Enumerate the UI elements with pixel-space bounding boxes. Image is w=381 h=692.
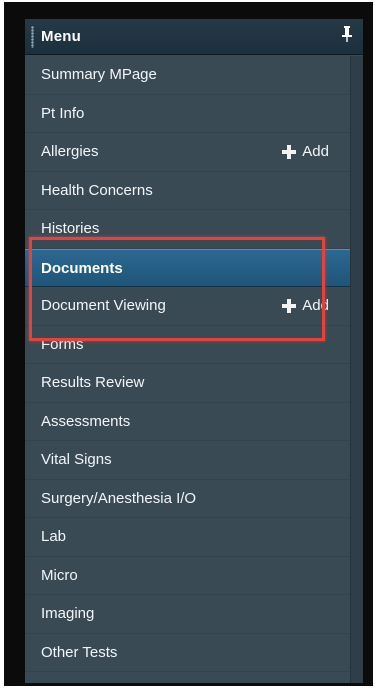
plus-icon [282, 299, 297, 314]
menu-item-label: Histories [41, 220, 100, 237]
menu-header: Menu [25, 19, 363, 55]
menu-item-document-viewing[interactable]: Document Viewing Add [25, 287, 363, 326]
menu-title: Menu [41, 28, 81, 45]
menu-item-label: Micro [41, 566, 78, 584]
menu-item-assessments[interactable]: Assessments [25, 403, 363, 441]
drag-grip-icon[interactable] [31, 26, 34, 48]
menu-item-imaging[interactable]: Imaging [25, 595, 363, 634]
menu-item-documents[interactable]: Documents [25, 248, 363, 287]
menu-item-results-review[interactable]: Results Review [25, 364, 363, 403]
screenshot-frame: Menu Summary MPage Pt Info Allergies Add [4, 2, 373, 686]
menu-item-label: Surgery/Anesthesia I/O [41, 489, 197, 507]
add-label: Add [302, 143, 329, 160]
menu-list: Summary MPage Pt Info Allergies Add Heal… [25, 56, 363, 683]
menu-item-pt-info[interactable]: Pt Info [25, 95, 363, 133]
menu-item-label: Other Tests [41, 643, 118, 661]
menu-item-label: Pt Info [41, 104, 85, 122]
menu-panel: Menu Summary MPage Pt Info Allergies Add [25, 19, 363, 683]
plus-icon [282, 145, 297, 160]
menu-item-surgery-anesthesia-io[interactable]: Surgery/Anesthesia I/O [25, 480, 363, 518]
menu-item-label: Results Review [41, 374, 145, 391]
menu-item-vital-signs[interactable]: Vital Signs [25, 441, 363, 480]
menu-item-label: Document Viewing [41, 297, 166, 314]
document-viewing-add-button[interactable]: Add [282, 287, 329, 326]
menu-item-label: Allergies [41, 143, 99, 160]
menu-item-label: Summary MPage [41, 66, 157, 83]
menu-item-label: Vital Signs [41, 451, 112, 468]
menu-item-label: Lab [41, 528, 67, 545]
menu-item-forms[interactable]: Forms [25, 326, 363, 364]
pin-icon[interactable] [341, 25, 353, 43]
menu-item-lab[interactable]: Lab [25, 518, 363, 557]
menu-item-label: Forms [41, 335, 84, 353]
menu-item-histories[interactable]: Histories [25, 210, 363, 249]
menu-item-label: Health Concerns [41, 181, 153, 199]
add-label: Add [302, 297, 329, 314]
menu-item-other-tests[interactable]: Other Tests [25, 634, 363, 672]
menu-item-allergies[interactable]: Allergies Add [25, 133, 363, 172]
menu-item-label: Imaging [41, 605, 95, 622]
menu-item-summary-mpage[interactable]: Summary MPage [25, 56, 363, 95]
menu-item-health-concerns[interactable]: Health Concerns [25, 172, 363, 210]
vertical-scrollbar[interactable] [350, 56, 363, 683]
allergies-add-button[interactable]: Add [282, 133, 329, 172]
menu-item-label: Documents [41, 259, 123, 277]
menu-item-label: Assessments [41, 412, 131, 430]
menu-item-micro[interactable]: Micro [25, 557, 363, 595]
